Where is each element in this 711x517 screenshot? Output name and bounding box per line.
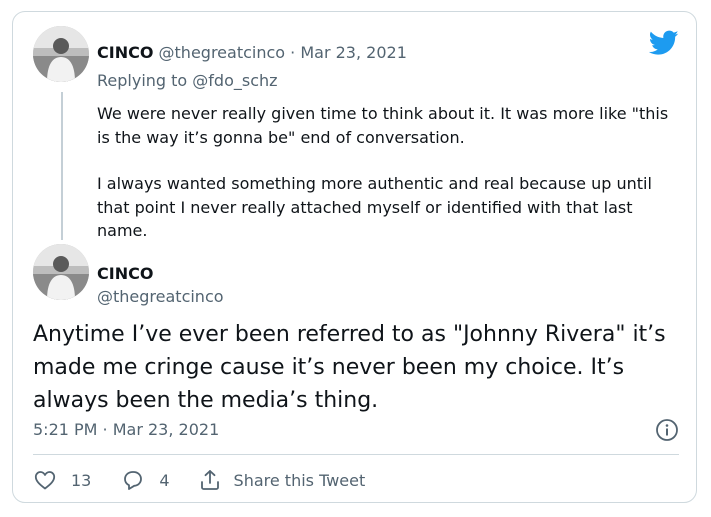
tweet-date[interactable]: Mar 23, 2021 [300,43,407,62]
avatar[interactable] [33,26,89,82]
tweet-timestamp[interactable]: 5:21 PM · Mar 23, 2021 [33,420,219,440]
avatar[interactable] [33,244,89,300]
reply-paragraph: I always wanted something more authentic… [97,174,652,240]
author-handle[interactable]: @thegreatcinco [97,287,224,307]
replying-to-line: Replying to @fdo_schz [97,71,278,91]
reply-tweet-header: CINCO @thegreatcinco · Mar 23, 2021 [97,43,407,63]
action-bar: 13 4 Share this Tweet [33,468,365,492]
tweet-embed-card: CINCO @thegreatcinco · Mar 23, 2021 Repl… [12,11,697,503]
like-count: 13 [71,470,92,490]
info-icon[interactable] [655,418,679,442]
like-button[interactable]: 13 [33,468,91,492]
reply-tweet-text: We were never really given time to think… [97,102,677,243]
replying-to-handle[interactable]: @fdo_schz [192,71,277,90]
replying-to-label: Replying to [97,71,188,90]
share-label: Share this Tweet [233,470,366,490]
heart-icon [34,471,56,490]
separator-dot: · [290,43,296,62]
author-name[interactable]: CINCO [97,43,153,62]
reply-paragraph: We were never really given time to think… [97,104,669,147]
twitter-bird-icon[interactable] [649,30,679,56]
reply-button[interactable]: 4 [121,468,170,492]
reply-count: 4 [159,470,170,490]
share-icon [200,470,219,490]
author-name[interactable]: CINCO [97,264,153,284]
thread-connector-line [61,92,63,240]
divider [33,454,679,455]
comment-icon [124,471,143,490]
share-button[interactable]: Share this Tweet [198,468,366,492]
main-tweet-text: Anytime I’ve ever been referred to as "J… [33,322,666,413]
author-handle[interactable]: @thegreatcinco [159,43,286,62]
